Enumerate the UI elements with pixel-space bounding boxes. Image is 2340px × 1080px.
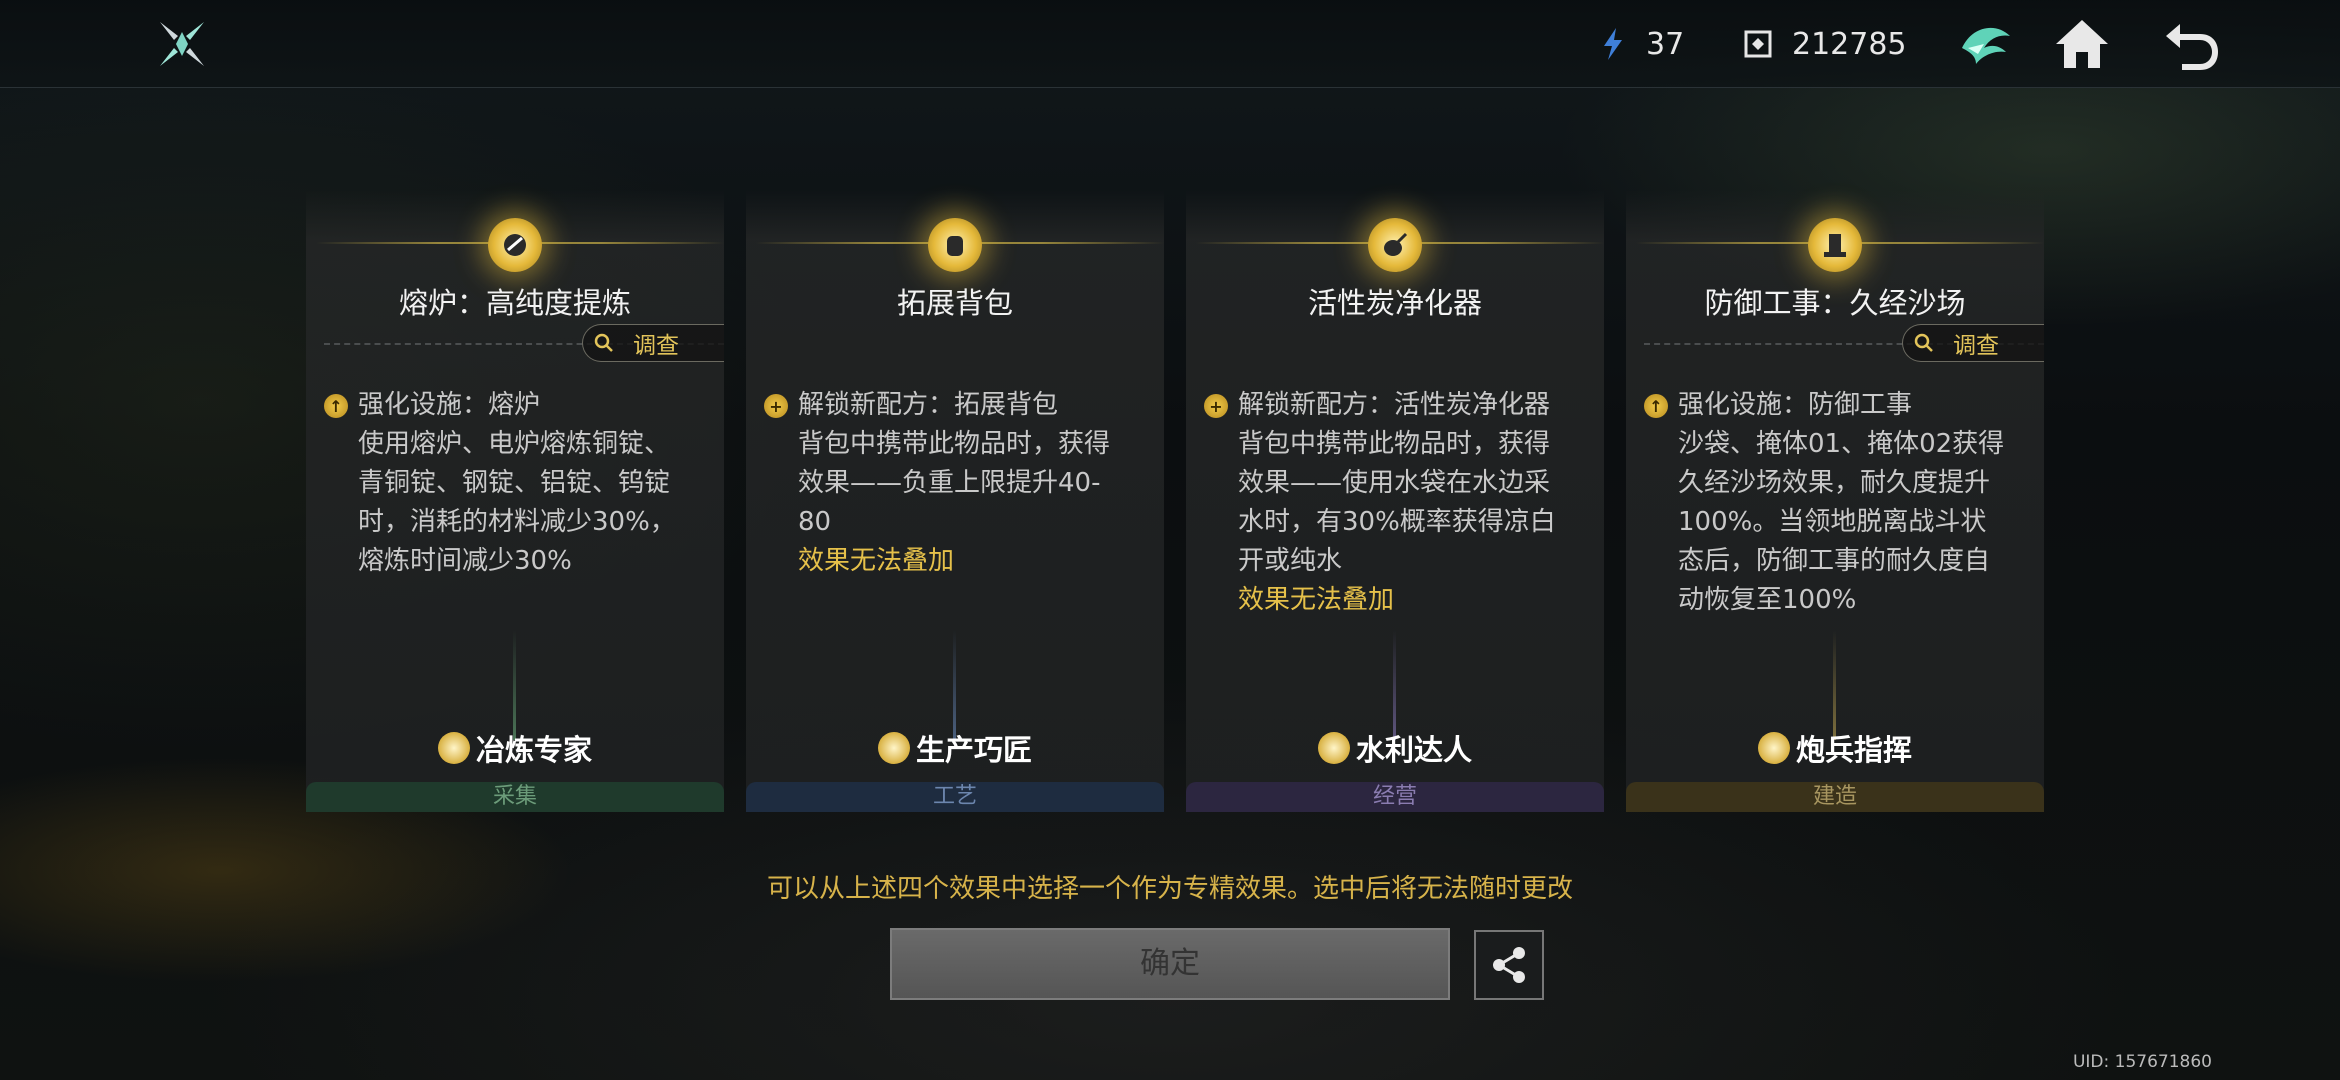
plus-icon: + bbox=[764, 394, 788, 418]
role-name: 炮兵指挥 bbox=[1795, 733, 1912, 767]
role-name: 生产巧匠 bbox=[915, 733, 1032, 767]
investigate-label: 调查 bbox=[1953, 333, 1999, 359]
desc-note: 效果无法叠加 bbox=[1238, 585, 1395, 615]
upgrade-icon: ↑ bbox=[1644, 394, 1668, 418]
crystal-cube-icon bbox=[1744, 30, 1772, 58]
desc-line: 态后，防御工事的耐久度自 bbox=[1678, 546, 1991, 576]
role-name: 水利达人 bbox=[1355, 733, 1472, 767]
desc-line: 动恢复至100% bbox=[1678, 585, 1857, 615]
card-description: + 解锁新配方：活性炭净化器 背包中携带此物品时，获得 效果——使用水袋在水边采 … bbox=[1204, 386, 1590, 620]
desc-line: 水时，有30%概率获得凉白 bbox=[1238, 507, 1556, 537]
investigate-label: 调查 bbox=[633, 333, 679, 359]
card-title: 拓展背包 bbox=[896, 286, 1013, 320]
fortification-icon bbox=[1808, 218, 1862, 272]
desc-line: 强化设施：熔炉 bbox=[358, 390, 541, 420]
energy-currency: 37 bbox=[1598, 22, 1684, 66]
desc-line: 100%。当领地脱离战斗状 bbox=[1678, 507, 1987, 537]
user-id: UID: 157671860 bbox=[2072, 1052, 2212, 1072]
investigate-button[interactable]: 调查 bbox=[582, 324, 724, 362]
energy-shard-icon bbox=[1604, 28, 1622, 60]
desc-line: 背包中携带此物品时，获得 bbox=[1238, 429, 1551, 459]
role-label: 炮兵指挥 bbox=[1626, 730, 2044, 767]
role-label: 生产巧匠 bbox=[746, 730, 1164, 767]
energy-count: 37 bbox=[1646, 26, 1685, 62]
desc-line: 青铜锭、钢锭、铝锭、钨锭 bbox=[358, 468, 671, 498]
role-label: 水利达人 bbox=[1186, 730, 1604, 767]
role-label: 冶炼专家 bbox=[306, 730, 724, 767]
effect-card-purifier[interactable]: 活性炭净化器 + 解锁新配方：活性炭净化器 背包中携带此物品时，获得 效果——使用… bbox=[1186, 190, 1604, 812]
home-icon[interactable] bbox=[2052, 14, 2112, 74]
backpack-icon bbox=[928, 218, 982, 272]
card-description: ↑ 强化设施：防御工事 沙袋、掩体01、掩体02获得 久经沙场效果，耐久度提升 1… bbox=[1644, 386, 2030, 620]
card-title: 熔炉：高纯度提炼 bbox=[398, 286, 631, 320]
top-bar: 37 212785 bbox=[0, 0, 2340, 88]
confirm-button[interactable]: 确定 bbox=[890, 928, 1450, 1000]
card-title: 活性炭净化器 bbox=[1307, 286, 1482, 320]
desc-line: 使用熔炉、电炉熔炼铜锭、 bbox=[358, 429, 671, 459]
desc-line: 背包中携带此物品时，获得 bbox=[798, 429, 1111, 459]
effect-card-fortification[interactable]: 防御工事：久经沙场 调查 ↑ 强化设施：防御工事 沙袋、掩体01、掩体02获得 久… bbox=[1626, 190, 2044, 812]
search-icon bbox=[594, 333, 613, 352]
desc-line: 效果——负重上限提升40- bbox=[798, 468, 1101, 498]
investigate-button[interactable]: 调查 bbox=[1902, 324, 2044, 362]
card-description: + 解锁新配方：拓展背包 背包中携带此物品时，获得 效果——负重上限提升40- 8… bbox=[764, 386, 1150, 581]
light-beam bbox=[1393, 630, 1396, 740]
artillery-icon bbox=[1757, 732, 1790, 764]
category-tag: 经营 bbox=[1186, 782, 1604, 812]
category-tag: 工艺 bbox=[746, 782, 1164, 812]
water-expert-icon bbox=[1317, 732, 1350, 764]
category-tag: 建造 bbox=[1626, 782, 2044, 812]
card-title: 防御工事：久经沙场 bbox=[1704, 286, 1966, 320]
furnace-icon bbox=[488, 218, 542, 272]
desc-line: 强化设施：防御工事 bbox=[1678, 390, 1913, 420]
effect-card-smelting[interactable]: 熔炉：高纯度提炼 调查 ↑ 强化设施：熔炉 使用熔炉、电炉熔炼铜锭、 青铜锭、钢锭… bbox=[306, 190, 724, 812]
light-beam bbox=[513, 630, 516, 740]
desc-note: 效果无法叠加 bbox=[798, 546, 955, 576]
light-beam bbox=[1833, 630, 1836, 740]
desc-line: 久经沙场效果，耐久度提升 bbox=[1678, 468, 1991, 498]
desc-line: 80 bbox=[798, 507, 832, 537]
desc-line: 时，消耗的材料减少30%， bbox=[358, 507, 676, 537]
share-icon bbox=[1493, 947, 1525, 983]
desc-line: 开或纯水 bbox=[1238, 546, 1343, 576]
search-icon bbox=[1914, 333, 1933, 352]
category-tag: 采集 bbox=[306, 782, 724, 812]
card-description: ↑ 强化设施：熔炉 使用熔炉、电炉熔炼铜锭、 青铜锭、钢锭、铝锭、钨锭 时，消耗的… bbox=[324, 386, 710, 581]
crystal-currency: 212785 bbox=[1742, 22, 1907, 66]
desc-line: 熔炼时间减少30% bbox=[358, 546, 572, 576]
desc-line: 解锁新配方：活性炭净化器 bbox=[1238, 390, 1551, 420]
craftsman-icon bbox=[877, 732, 910, 764]
desc-line: 效果——使用水袋在水边采 bbox=[1238, 468, 1551, 498]
smelter-icon bbox=[437, 732, 470, 764]
faction-emblem-icon[interactable] bbox=[1956, 14, 2016, 74]
purifier-icon bbox=[1368, 218, 1422, 272]
share-button[interactable] bbox=[1474, 930, 1544, 1000]
effect-card-backpack[interactable]: 拓展背包 + 解锁新配方：拓展背包 背包中携带此物品时，获得 效果——负重上限提升… bbox=[746, 190, 1164, 812]
desc-line: 解锁新配方：拓展背包 bbox=[798, 390, 1059, 420]
back-icon[interactable] bbox=[2160, 14, 2220, 74]
plus-icon: + bbox=[1204, 394, 1228, 418]
light-beam bbox=[953, 630, 956, 740]
role-name: 冶炼专家 bbox=[475, 733, 592, 767]
game-logo-icon[interactable] bbox=[156, 18, 208, 70]
upgrade-icon: ↑ bbox=[324, 394, 348, 418]
crystal-count: 212785 bbox=[1792, 26, 1907, 62]
desc-line: 沙袋、掩体01、掩体02获得 bbox=[1678, 429, 2005, 459]
selection-hint: 可以从上述四个效果中选择一个作为专精效果。选中后将无法随时更改 bbox=[766, 874, 1573, 904]
